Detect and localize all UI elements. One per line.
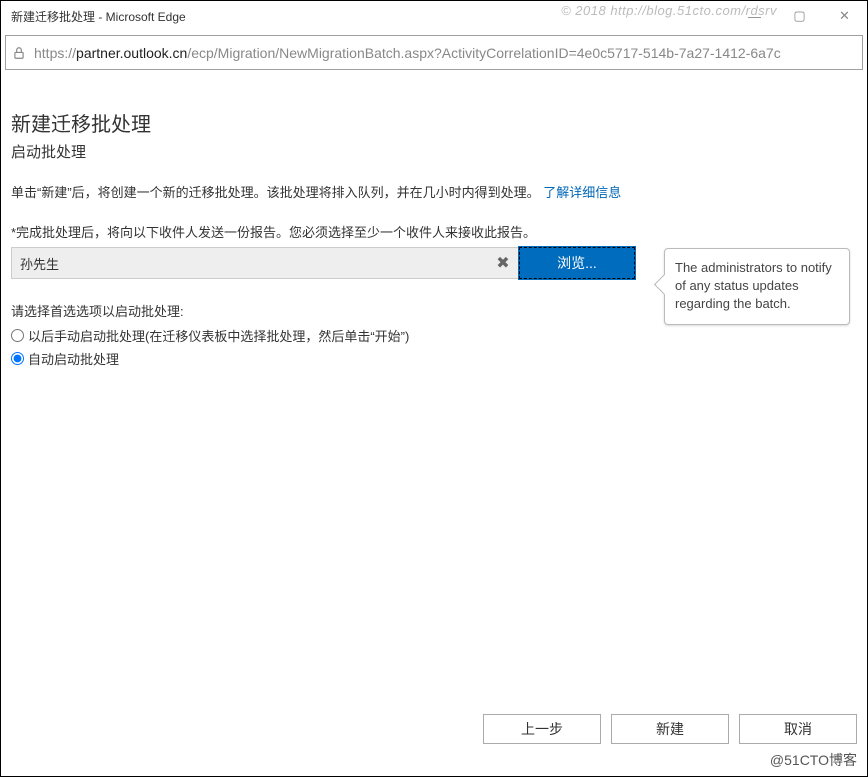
create-button[interactable]: 新建 [611,714,729,744]
recipient-value[interactable]: 孙先生 [11,247,487,279]
lock-icon [12,46,26,60]
clear-recipient-button[interactable]: ✖ [487,247,519,279]
cancel-button[interactable]: 取消 [739,714,857,744]
intro-text: 单击“新建”后，将创建一个新的迁移批处理。该批处理将排入队列，并在几小时内得到处… [11,185,540,200]
help-callout: The administrators to notify of any stat… [664,248,850,325]
option-manual-start[interactable]: 以后手动启动批处理(在迁移仪表板中选择批处理，然后单击“开始”) [11,326,857,345]
watermark-bottom: @51CTO博客 [770,750,857,770]
address-bar[interactable]: https://partner.outlook.cn/ecp/Migration… [5,35,863,70]
maximize-icon[interactable]: ▢ [777,1,822,31]
recipient-label: *完成批处理后，将向以下收件人发送一份报告。您必须选择至少一个收件人来接收此报告… [11,222,857,241]
browse-button[interactable]: 浏览... [519,247,635,279]
watermark-top: © 2018 http://blog.51cto.com/rdsrv [561,3,777,18]
radio-manual[interactable] [11,329,24,342]
close-icon[interactable]: ✕ [822,1,867,31]
dialog-footer: 上一步 新建 取消 [483,714,857,744]
back-button[interactable]: 上一步 [483,714,601,744]
option-manual-label: 以后手动启动批处理(在迁移仪表板中选择批处理，然后单击“开始”) [28,326,409,345]
intro-paragraph: 单击“新建”后，将创建一个新的迁移批处理。该批处理将排入队列，并在几小时内得到处… [11,182,651,204]
url-host: partner.outlook.cn [76,45,187,61]
close-x-icon: ✖ [496,253,509,273]
page-subheading: 启动批处理 [11,141,857,162]
radio-auto[interactable] [11,352,24,365]
option-auto-start[interactable]: 自动启动批处理 [11,349,857,368]
callout-text: The administrators to notify of any stat… [675,260,832,311]
url-scheme: https:// [34,45,76,61]
page-heading: 新建迁移批处理 [11,108,857,137]
recipient-picker: 孙先生 ✖ 浏览... [11,247,635,279]
url-path: /ecp/Migration/NewMigrationBatch.aspx?Ac… [187,45,780,61]
learn-more-link[interactable]: 了解详细信息 [543,185,621,200]
option-auto-label: 自动启动批处理 [28,349,119,368]
